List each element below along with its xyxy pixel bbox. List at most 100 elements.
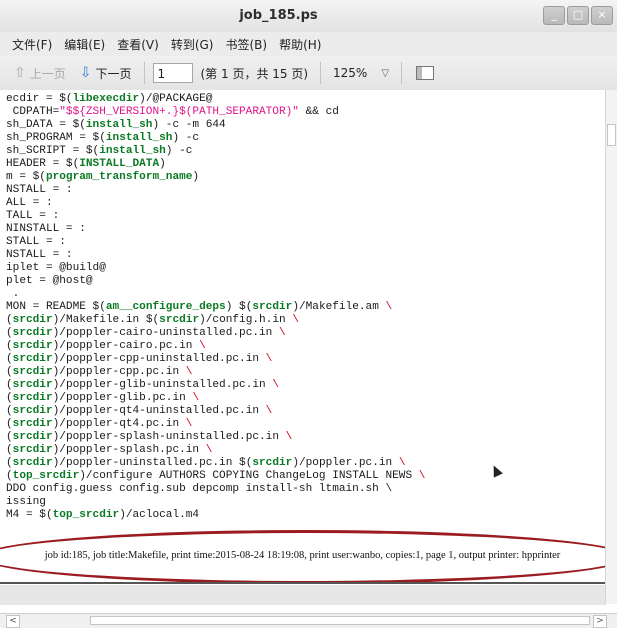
code-token: am__configure_deps <box>105 301 226 313</box>
code-token: CDPATH= <box>6 106 60 118</box>
code-token: \ <box>385 301 393 313</box>
menu-bookmarks[interactable]: 书签(B) <box>225 36 267 53</box>
code-token: TALL = : <box>6 210 60 222</box>
page-number-input[interactable]: 1 <box>152 63 193 83</box>
code-token: )/Makefile.in $( <box>52 314 160 326</box>
vertical-scroll-thumb[interactable] <box>607 124 616 146</box>
code-token: DDO config.guess config.sub depcomp inst… <box>6 483 393 495</box>
prev-page-button[interactable]: ⇧ 上一页 <box>14 65 66 82</box>
menubar: 文件(F) 编辑(E) 查看(V) 转到(G) 书签(B) 帮助(H) <box>0 32 617 56</box>
menu-help[interactable]: 帮助(H) <box>279 36 321 53</box>
menu-view[interactable]: 查看(V) <box>117 36 159 53</box>
highlight-ellipse <box>0 530 617 584</box>
code-token: \ <box>398 457 406 469</box>
code-token: ) <box>192 171 200 183</box>
page-gap <box>0 585 606 605</box>
code-token: )/poppler-qt4-uninstalled.pc.in <box>52 405 266 417</box>
maximize-button[interactable]: □ <box>567 6 589 25</box>
horizontal-scroll-thumb[interactable] <box>90 616 590 625</box>
code-line: (srcdir)/poppler-cpp.pc.in \ <box>6 366 606 379</box>
code-token: ( <box>6 444 13 456</box>
code-token: issing <box>6 496 46 508</box>
code-line: issing <box>6 496 606 509</box>
menu-file[interactable]: 文件(F) <box>12 36 52 53</box>
zoom-select[interactable]: 125% ▽ <box>333 66 389 80</box>
code-token: \ <box>185 418 193 430</box>
code-token: srcdir <box>12 431 53 443</box>
code-token: \ <box>278 327 286 339</box>
code-line: DDO config.guess config.sub depcomp inst… <box>6 483 606 496</box>
code-line: CDPATH="$${ZSH_VERSION+.}$(PATH_SEPARATO… <box>6 106 606 119</box>
horizontal-scrollbar[interactable]: < > <box>0 613 617 628</box>
code-token: MON = README $( <box>6 301 106 313</box>
code-token: \ <box>265 353 273 365</box>
code-token: \ <box>418 470 426 482</box>
code-token: m = $( <box>6 171 46 183</box>
code-token: ) -c <box>165 145 193 157</box>
prev-page-label: 上一页 <box>29 66 66 81</box>
code-token: sh_SCRIPT = $( <box>6 145 100 157</box>
code-token: install_sh <box>105 132 173 144</box>
code-line: (srcdir)/poppler-qt4.pc.in \ <box>6 418 606 431</box>
code-token: ( <box>6 366 13 378</box>
code-token: srcdir <box>12 418 53 430</box>
page-separator <box>0 582 606 584</box>
code-token: ( <box>6 327 13 339</box>
window-title: job_185.ps <box>239 8 318 23</box>
code-line: iplet = @build@ <box>6 262 606 275</box>
code-line: (srcdir)/poppler-splash.pc.in \ <box>6 444 606 457</box>
code-token: )/poppler-qt4.pc.in <box>52 418 186 430</box>
document-view[interactable]: ecdir = $(libexecdir)/@PACKAGE@ CDPATH="… <box>0 90 617 628</box>
minimize-button[interactable]: _ <box>543 6 565 25</box>
code-token: . <box>6 288 20 300</box>
code-token: )/poppler-glib.pc.in <box>52 392 193 404</box>
toolbar-separator <box>401 62 403 84</box>
code-token: \ <box>272 379 279 391</box>
code-line: NSTALL = : <box>6 184 606 197</box>
menu-go[interactable]: 转到(G) <box>171 36 214 53</box>
code-token: ) <box>159 158 166 170</box>
sidebar-toggle-icon[interactable] <box>416 66 435 80</box>
code-token: top_srcdir <box>52 509 120 521</box>
code-token: srcdir <box>12 340 53 352</box>
code-token: top_srcdir <box>12 470 80 482</box>
code-token: ( <box>6 340 13 352</box>
menu-edit[interactable]: 编辑(E) <box>64 36 105 53</box>
code-token: \ <box>285 431 293 443</box>
code-token: srcdir <box>12 457 53 469</box>
toolbar: ⇧ 上一页 ⇩ 下一页 1 (第 1 页，共 15 页) 125% ▽ <box>0 56 617 91</box>
code-line: NINSTALL = : <box>6 223 606 236</box>
code-token: NSTALL = : <box>6 184 73 196</box>
code-token: srcdir <box>12 353 53 365</box>
code-token: )/poppler.pc.in <box>292 457 399 469</box>
code-token: ( <box>6 457 13 469</box>
code-token: )/configure AUTHORS COPYING ChangeLog IN… <box>79 470 419 482</box>
code-token: srcdir <box>12 379 53 391</box>
next-page-button[interactable]: ⇩ 下一页 <box>80 65 132 82</box>
code-token: "$${ZSH_VERSION+.}$(PATH_SEPARATOR)" <box>59 106 299 118</box>
close-button[interactable]: × <box>591 6 613 25</box>
toolbar-separator <box>143 62 145 84</box>
code-token: srcdir <box>12 405 53 417</box>
code-token: sh_PROGRAM = $( <box>6 132 106 144</box>
next-page-label: 下一页 <box>95 66 132 81</box>
code-token: plet = @host@ <box>6 275 93 287</box>
code-token: \ <box>192 392 200 404</box>
code-token: srcdir <box>252 457 293 469</box>
code-token: ALL = : <box>6 197 53 209</box>
code-token: ( <box>6 405 13 417</box>
code-token: )/poppler-glib-uninstalled.pc.in <box>52 379 273 391</box>
scroll-right-icon[interactable]: > <box>593 615 607 628</box>
code-line: plet = @host@ <box>6 275 606 288</box>
code-line: (srcdir)/poppler-qt4-uninstalled.pc.in \ <box>6 405 606 418</box>
code-token: srcdir <box>12 366 53 378</box>
code-token: NINSTALL = : <box>6 223 86 235</box>
code-line: MON = README $(am__configure_deps) $(src… <box>6 301 606 314</box>
code-line: (srcdir)/poppler-glib.pc.in \ <box>6 392 606 405</box>
code-token: )/poppler-cairo-uninstalled.pc.in <box>52 327 279 339</box>
code-token: ( <box>6 431 13 443</box>
code-line: HEADER = $(INSTALL_DATA) <box>6 158 606 171</box>
arrow-up-icon: ⇧ <box>14 65 26 81</box>
vertical-scrollbar[interactable] <box>605 90 617 604</box>
scroll-left-icon[interactable]: < <box>6 615 20 628</box>
